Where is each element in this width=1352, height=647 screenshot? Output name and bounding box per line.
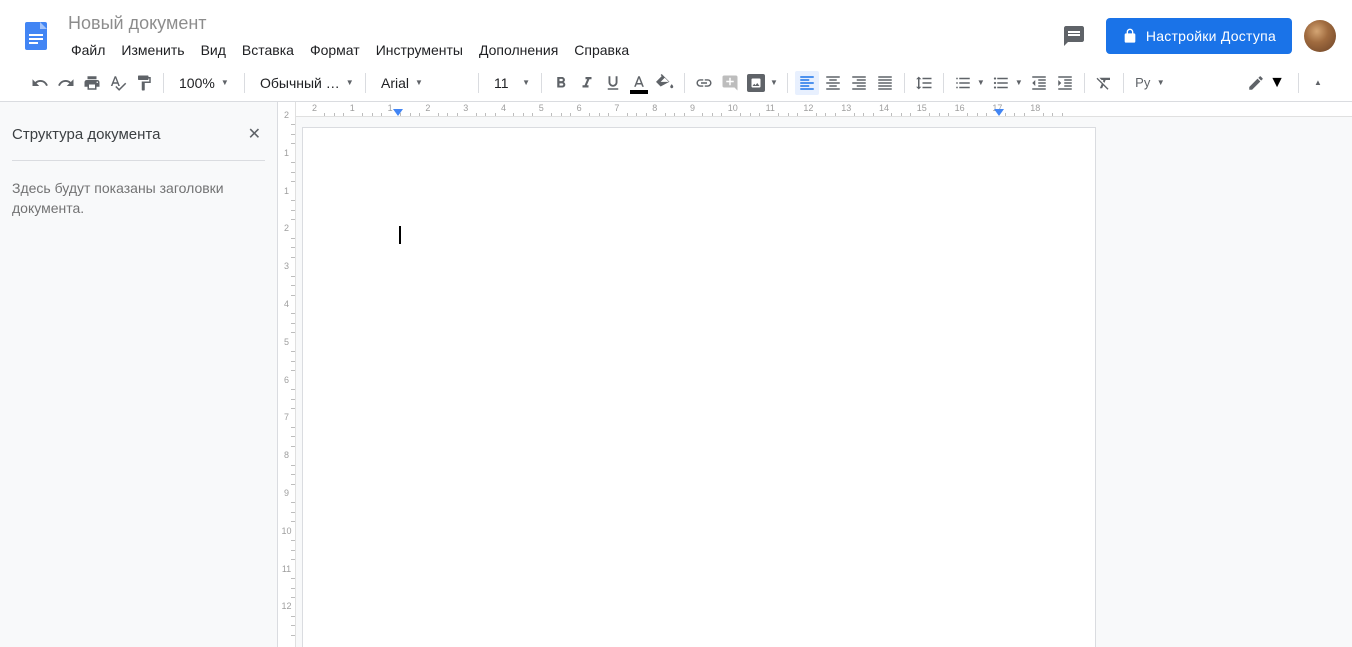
header-right: Настройки Доступа: [1054, 16, 1336, 56]
font-select[interactable]: Arial ▼: [373, 71, 471, 95]
sidebar-title: Структура документа: [12, 126, 160, 143]
separator: [1084, 73, 1085, 93]
editor-area: 21123456789101112 2112345678910111213141…: [278, 102, 1352, 647]
text-cursor: [399, 226, 401, 244]
menu-tools[interactable]: Инструменты: [369, 38, 470, 62]
main-area: Структура документа ✕ Здесь будут показа…: [0, 102, 1352, 647]
chevron-down-icon[interactable]: ▼: [1155, 78, 1167, 87]
separator: [787, 73, 788, 93]
chevron-down-icon: ▼: [346, 78, 354, 87]
redo-button[interactable]: [54, 71, 78, 95]
font-size-value: 11: [494, 75, 509, 91]
sidebar-empty-text: Здесь будут показаны заголовки документа…: [12, 179, 265, 218]
zoom-select[interactable]: 100% ▼: [171, 71, 237, 95]
sidebar-header: Структура документа ✕: [12, 120, 265, 160]
spellcheck-button[interactable]: [106, 71, 130, 95]
increase-indent-button[interactable]: [1053, 71, 1077, 95]
line-spacing-button[interactable]: [912, 71, 936, 95]
separator: [478, 73, 479, 93]
text-color-swatch: [630, 90, 648, 94]
close-sidebar-button[interactable]: ✕: [244, 120, 265, 148]
toolbar-right: ▼ ▲: [1241, 71, 1330, 95]
separator: [365, 73, 366, 93]
document-title[interactable]: Новый документ: [64, 11, 1054, 36]
toolbar: 100%▼ Обычный …▼ Arial▼ 11▼ ▼ ▼ ▼ Ру▼ ▼ …: [0, 64, 1352, 102]
checklist-button[interactable]: ▼: [951, 71, 987, 95]
menu-format[interactable]: Формат: [303, 38, 367, 62]
bulleted-list-button[interactable]: ▼: [989, 71, 1025, 95]
separator: [1298, 73, 1299, 93]
separator: [684, 73, 685, 93]
input-tools-button[interactable]: Ру▼: [1131, 71, 1167, 95]
highlight-color-button[interactable]: [653, 71, 677, 95]
chevron-down-icon[interactable]: ▼: [975, 78, 987, 87]
chevron-down-icon: ▼: [522, 78, 530, 87]
editing-mode-button[interactable]: ▼: [1241, 71, 1291, 95]
avatar[interactable]: [1304, 20, 1336, 52]
decrease-indent-button[interactable]: [1027, 71, 1051, 95]
insert-comment-button[interactable]: [718, 71, 742, 95]
header: Новый документ Файл Изменить Вид Вставка…: [0, 0, 1352, 64]
divider: [12, 160, 265, 161]
share-button-label: Настройки Доступа: [1146, 28, 1276, 44]
share-button[interactable]: Настройки Доступа: [1106, 18, 1292, 54]
separator: [244, 73, 245, 93]
menu-insert[interactable]: Вставка: [235, 38, 301, 62]
clear-formatting-button[interactable]: [1092, 71, 1116, 95]
menu-file[interactable]: Файл: [64, 38, 112, 62]
chevron-down-icon: ▼: [415, 78, 423, 87]
bold-button[interactable]: [549, 71, 573, 95]
menu-help[interactable]: Справка: [567, 38, 636, 62]
separator: [904, 73, 905, 93]
text-color-button[interactable]: [627, 71, 651, 95]
input-tools-label: Ру: [1131, 71, 1155, 95]
hide-menus-button[interactable]: ▲: [1306, 71, 1330, 95]
chevron-down-icon[interactable]: ▼: [1013, 78, 1025, 87]
chevron-down-icon: ▼: [1269, 74, 1285, 92]
horizontal-ruler[interactable]: 21123456789101112131415161718: [296, 102, 1352, 117]
align-right-button[interactable]: [847, 71, 871, 95]
separator: [541, 73, 542, 93]
insert-image-button[interactable]: ▼: [744, 71, 780, 95]
paragraph-style-select[interactable]: Обычный … ▼: [252, 71, 358, 95]
print-button[interactable]: [80, 71, 104, 95]
outline-sidebar: Структура документа ✕ Здесь будут показа…: [0, 102, 278, 647]
style-value: Обычный …: [260, 75, 340, 91]
separator: [163, 73, 164, 93]
chevron-down-icon: ▼: [221, 78, 229, 87]
underline-button[interactable]: [601, 71, 625, 95]
comments-button[interactable]: [1054, 16, 1094, 56]
italic-button[interactable]: [575, 71, 599, 95]
left-indent-marker[interactable]: [393, 109, 403, 116]
paint-format-button[interactable]: [132, 71, 156, 95]
vertical-ruler[interactable]: 21123456789101112: [278, 102, 296, 647]
insert-link-button[interactable]: [692, 71, 716, 95]
undo-button[interactable]: [28, 71, 52, 95]
menu-view[interactable]: Вид: [194, 38, 233, 62]
title-area: Новый документ Файл Изменить Вид Вставка…: [64, 11, 1054, 62]
separator: [1123, 73, 1124, 93]
docs-logo[interactable]: [16, 16, 56, 56]
menu-edit[interactable]: Изменить: [114, 38, 191, 62]
font-size-select[interactable]: 11 ▼: [486, 71, 534, 95]
menu-addons[interactable]: Дополнения: [472, 38, 565, 62]
right-indent-marker[interactable]: [994, 109, 1004, 116]
separator: [943, 73, 944, 93]
document-page[interactable]: [302, 127, 1096, 647]
align-justify-button[interactable]: [873, 71, 897, 95]
page-scroll[interactable]: [296, 117, 1352, 647]
align-left-button[interactable]: [795, 71, 819, 95]
font-value: Arial: [381, 75, 409, 91]
zoom-value: 100%: [179, 75, 215, 91]
chevron-down-icon[interactable]: ▼: [768, 78, 780, 87]
menubar: Файл Изменить Вид Вставка Формат Инструм…: [64, 38, 1054, 62]
align-center-button[interactable]: [821, 71, 845, 95]
